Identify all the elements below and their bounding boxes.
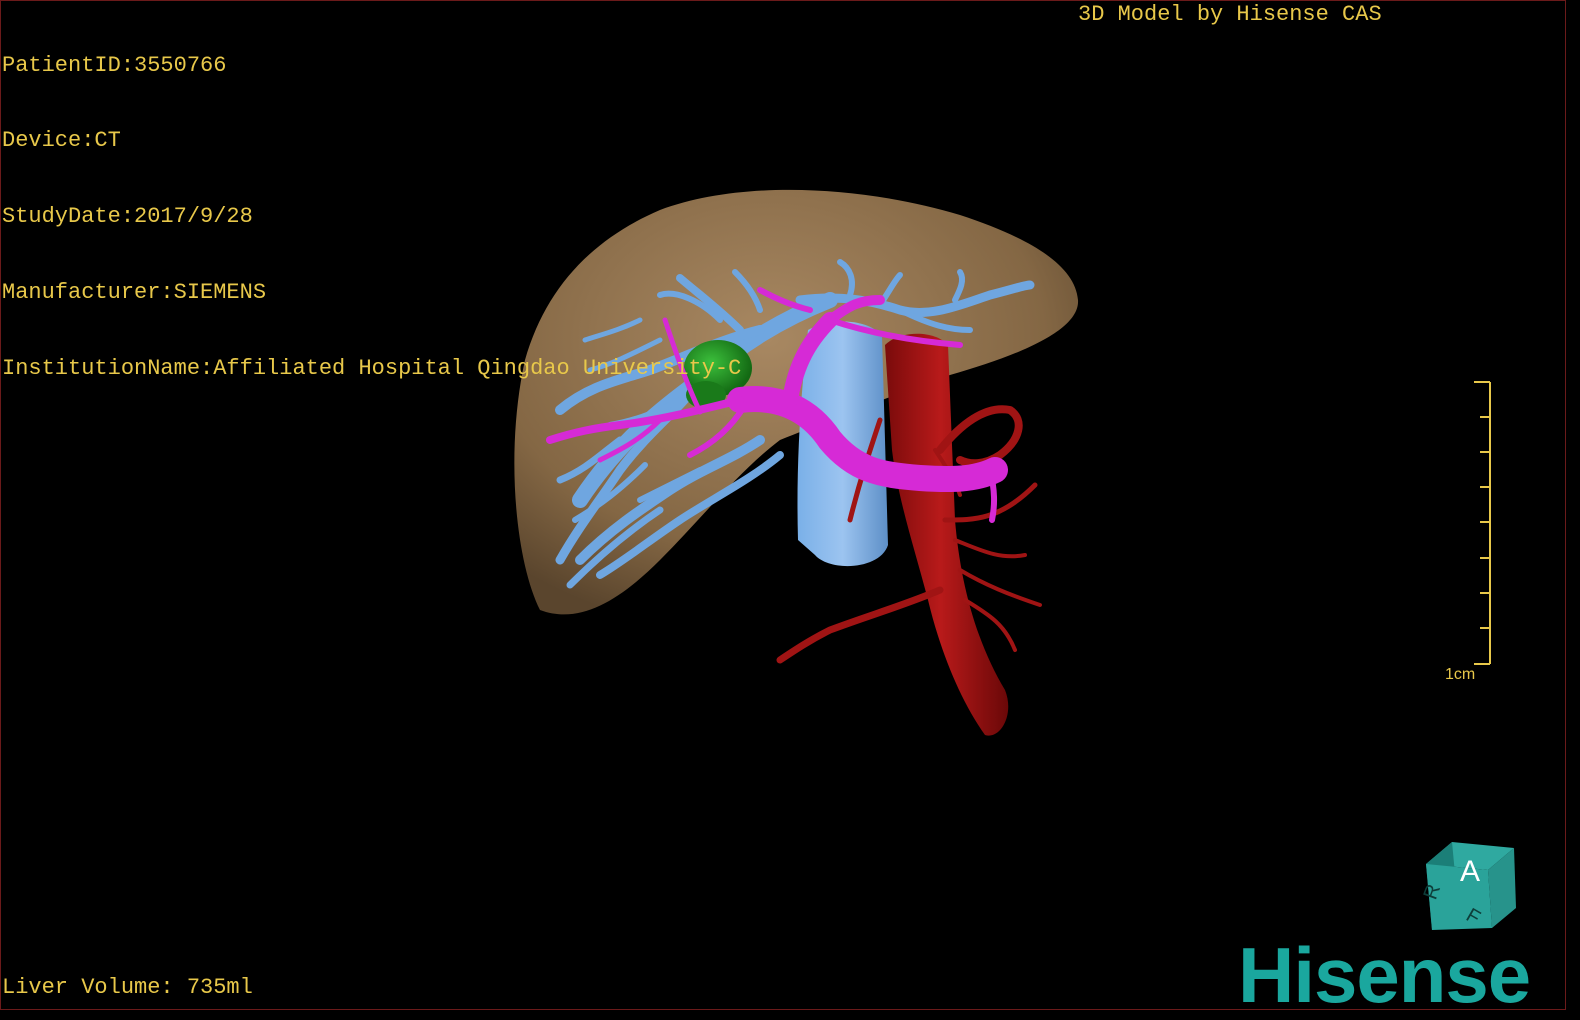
aorta <box>885 333 1009 736</box>
scale-bar-label: 1cm <box>1445 666 1476 683</box>
model-credit-text: 3D Model by Hisense CAS <box>1078 2 1382 27</box>
study-date-text: StudyDate:2017/9/28 <box>2 204 253 230</box>
manufacturer-text: Manufacturer:SIEMENS <box>2 280 267 306</box>
scale-bar <box>1474 381 1491 665</box>
device-text: Device:CT <box>2 128 121 154</box>
orientation-cube[interactable]: A R F <box>1418 836 1522 936</box>
patient-id-text: PatientID:3550766 <box>2 52 227 78</box>
cube-front-label: A <box>1460 855 1480 888</box>
institution-text: InstitutionName:Affiliated Hospital Qing… <box>2 356 742 382</box>
dicom-info-overlay: PatientID:3550766 Device:CT StudyDate:20… <box>2 2 741 407</box>
hisense-logo: Hisense <box>1238 931 1531 1019</box>
liver-volume-text: Liver Volume: 735ml <box>2 975 253 1000</box>
